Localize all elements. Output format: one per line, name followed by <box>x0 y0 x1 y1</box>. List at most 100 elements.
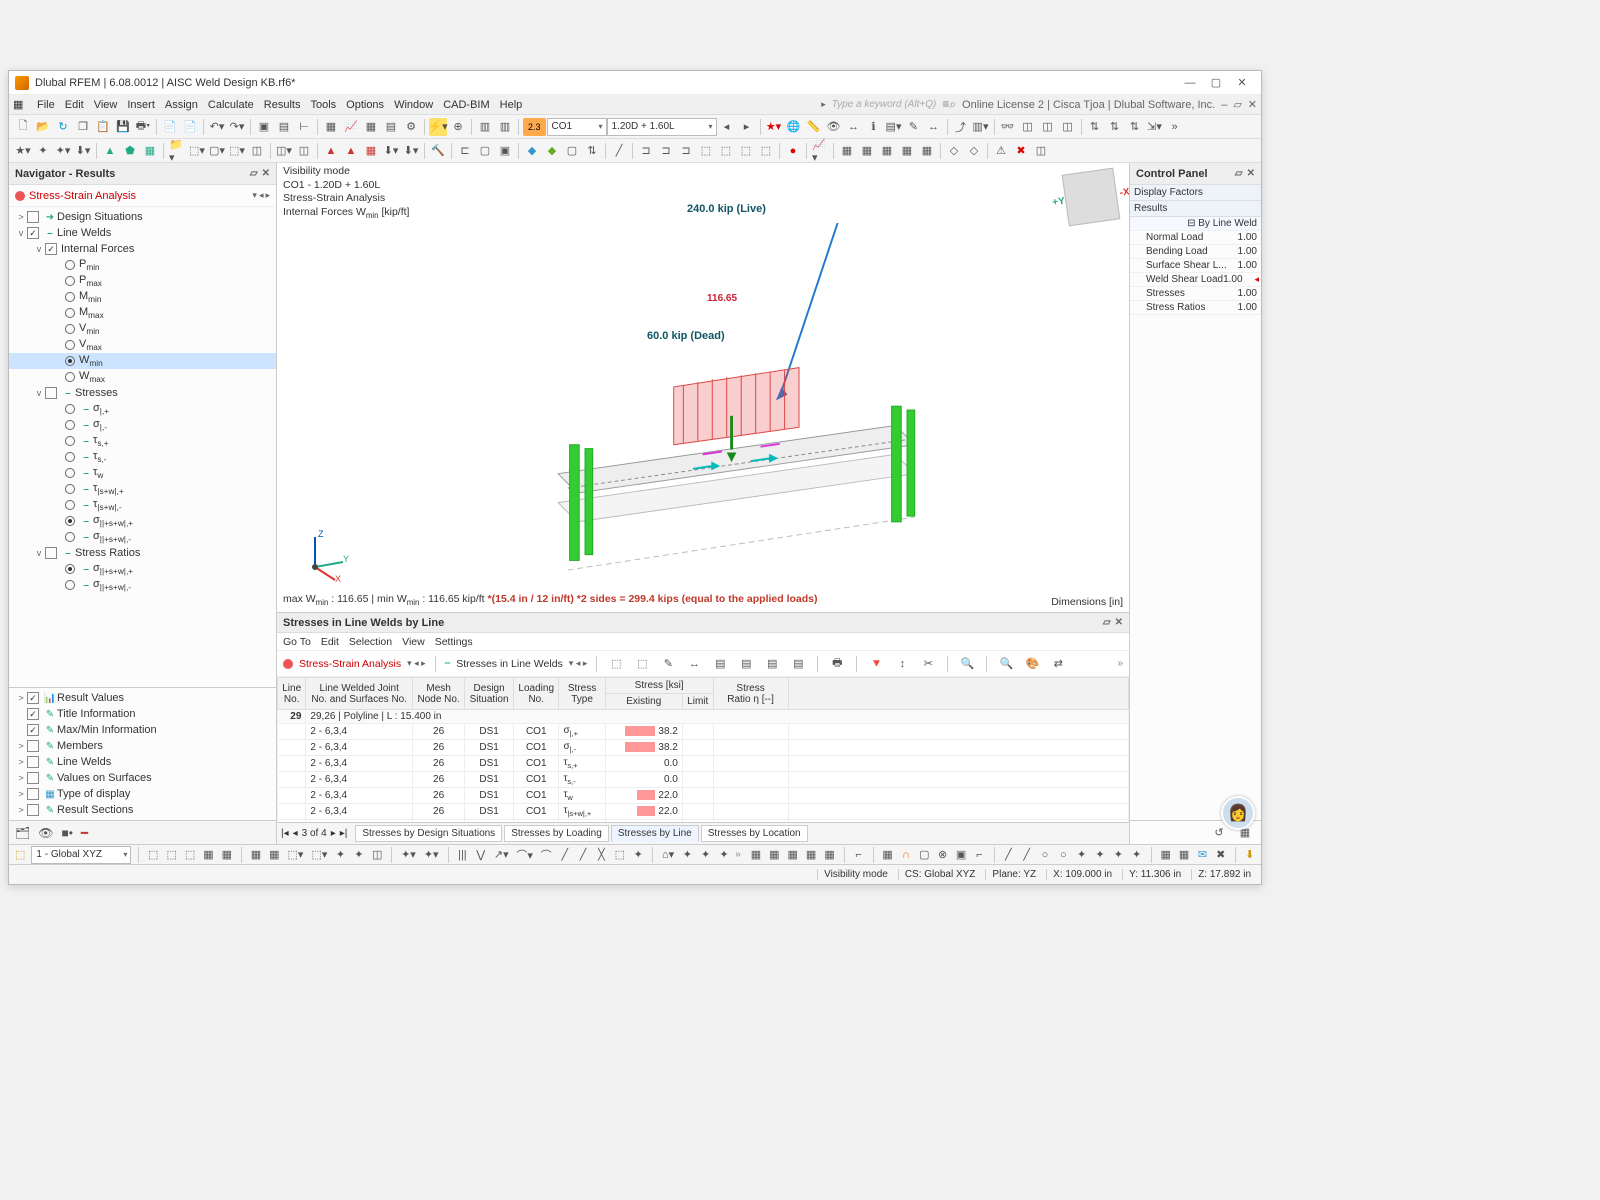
tree-row[interactable]: ✓✎Title Information <box>9 706 276 722</box>
rt-tb8-icon[interactable]: ▤ <box>789 655 807 673</box>
st-r7-icon[interactable]: ▦ <box>881 846 893 864</box>
table-row[interactable]: 2 - 6,3,426DS1CO1σ|,-38.2 <box>278 740 1129 756</box>
th-type[interactable]: StressType <box>559 678 605 710</box>
rt-undock-icon[interactable]: ▱ <box>1103 617 1111 628</box>
th-mesh[interactable]: MeshNode No. <box>413 678 465 710</box>
rt-tb-sync-icon[interactable]: ⇄ <box>1049 655 1067 673</box>
st-r17-icon[interactable]: ✦ <box>1076 846 1088 864</box>
st-r18-icon[interactable]: ✦ <box>1094 846 1106 864</box>
analysis-dropdown-icon[interactable]: ▾ <box>252 190 257 201</box>
rt-edit[interactable]: Edit <box>321 636 339 648</box>
tb-iso-icon[interactable]: ⇲▾ <box>1146 118 1164 136</box>
tb2-p2-icon[interactable]: ▢ <box>476 142 494 160</box>
st-r8-icon[interactable]: ∩ <box>900 846 912 864</box>
tb2-d3-icon[interactable]: ▦ <box>362 142 380 160</box>
tb2-warn-icon[interactable]: ⚠ <box>992 142 1010 160</box>
navigator-analysis-selector[interactable]: Stress-Strain Analysis ▾◂▸ <box>9 185 276 207</box>
tb-undo-icon[interactable]: ↶▾ <box>208 118 226 136</box>
tb-new-icon[interactable]: 🗋 <box>14 118 32 136</box>
st-i26-icon[interactable]: ✦ <box>681 846 693 864</box>
nav-close-icon[interactable]: ✕ <box>262 168 270 179</box>
tree-checkbox[interactable]: ✓ <box>45 243 57 255</box>
tree-radio[interactable] <box>65 324 75 334</box>
st-r20-icon[interactable]: ✦ <box>1130 846 1142 864</box>
search-input[interactable]: Type a keyword (Alt+Q) <box>832 99 937 110</box>
tb-panel-icon[interactable]: ▥▾ <box>972 118 990 136</box>
tree-row[interactable]: ⎯σ|,- <box>9 417 276 433</box>
tree-row[interactable]: v✓Internal Forces <box>9 241 276 257</box>
nav-cube[interactable]: +Y -X <box>1062 168 1121 227</box>
tree-row[interactable]: >✎Result Sections <box>9 802 276 818</box>
cp-foot-reset-icon[interactable]: ↺ <box>1210 824 1228 842</box>
tb2-grid5-icon[interactable]: ▦ <box>918 142 936 160</box>
st-i19-icon[interactable]: ⌒ <box>540 846 553 864</box>
tb-star-icon[interactable]: ★▾ <box>765 118 783 136</box>
tree-radio[interactable] <box>65 532 75 542</box>
tb2-sel-icon[interactable]: ▲ <box>101 142 119 160</box>
rt-ctx-analysis[interactable]: Stress-Strain Analysis <box>299 658 401 670</box>
tree-row[interactable]: ⎯τ|s+w|,+ <box>9 481 276 497</box>
st-r2-icon[interactable]: ▦ <box>768 846 780 864</box>
table-row[interactable]: 2 - 6,3,426DS1CO1τw22.0 <box>278 788 1129 804</box>
tb2-v1-icon[interactable]: ⬇▾ <box>74 142 92 160</box>
tb-paste-icon[interactable]: 📋 <box>94 118 112 136</box>
th-stress[interactable]: Stress [ksi] <box>605 678 713 694</box>
st-i28-icon[interactable]: ✦ <box>718 846 730 864</box>
tb-more-icon[interactable]: » <box>1166 118 1184 136</box>
tree-row[interactable]: Mmin <box>9 289 276 305</box>
th-existing[interactable]: Existing <box>605 694 682 710</box>
tree-row[interactable]: Pmin <box>9 257 276 273</box>
th-joint[interactable]: Line Welded JointNo. and Surfaces No. <box>306 678 413 710</box>
tb-nav-next-icon[interactable]: ▸ <box>738 118 756 136</box>
tree-radio[interactable] <box>65 436 75 446</box>
st-i23-icon[interactable]: ⬚ <box>614 846 626 864</box>
st-r1-icon[interactable]: ▦ <box>750 846 762 864</box>
st-r5-icon[interactable]: ▦ <box>823 846 835 864</box>
tb-globe-icon[interactable]: 🌐 <box>785 118 803 136</box>
sublayout-min-icon[interactable]: – <box>1221 99 1227 111</box>
tree-radio[interactable] <box>65 564 75 574</box>
st-r6-icon[interactable]: ⌐ <box>852 846 864 864</box>
tree-checkbox[interactable] <box>27 772 39 784</box>
tree-row[interactable]: v⎯Stresses <box>9 385 276 401</box>
tb-save-icon[interactable]: 💾 <box>114 118 132 136</box>
rt-tb7-icon[interactable]: ▤ <box>763 655 781 673</box>
tb2-stop-icon[interactable]: ◫ <box>1032 142 1050 160</box>
st-cs-combo[interactable]: 1 - Global XYZ <box>31 846 131 864</box>
tree-row[interactable]: ⎯σ||+s+w|,- <box>9 529 276 545</box>
st-i9-icon[interactable]: ⬚▾ <box>310 846 328 864</box>
cp-item[interactable]: Stresses1.00 <box>1130 287 1261 301</box>
tree-radio[interactable] <box>65 340 75 350</box>
rt-tb-colors-icon[interactable]: 🎨 <box>1023 655 1041 673</box>
tree-row[interactable]: Wmin <box>9 353 276 369</box>
viewport-3d[interactable]: Visibility mode CO1 - 1.20D + 1.60L Stre… <box>277 163 1129 612</box>
tree-row[interactable]: ⎯σ||+s+w|,- <box>9 577 276 593</box>
cp-item[interactable]: Surface Shear L...1.00 <box>1130 259 1261 273</box>
nav-foot-tree-icon[interactable]: 🗂 <box>15 826 30 840</box>
tree-checkbox[interactable] <box>27 756 39 768</box>
rt-tb4-icon[interactable]: ↔ <box>685 655 703 673</box>
tb-cube1-icon[interactable]: ◫ <box>1019 118 1037 136</box>
tb2-s3-icon[interactable]: ⊐ <box>677 142 695 160</box>
tb-calc-icon[interactable]: ▦ <box>322 118 340 136</box>
nav-foot-cam-icon[interactable]: ■• <box>61 826 72 840</box>
tb-gear-icon[interactable]: ⚙ <box>402 118 420 136</box>
st-r10-icon[interactable]: ⊗ <box>936 846 948 864</box>
tree-row[interactable]: ⎯τ|s+w|,- <box>9 497 276 513</box>
tb2-g4-icon[interactable]: ⇅ <box>583 142 601 160</box>
menu-assign[interactable]: Assign <box>165 99 198 111</box>
table-row[interactable]: 2 - 6,3,426DS1CO1τs,-0.0 <box>278 772 1129 788</box>
st-r21-icon[interactable]: ▦ <box>1159 846 1171 864</box>
tb-win2-icon[interactable]: ▤ <box>275 118 293 136</box>
rt-tb1-icon[interactable]: ⬚ <box>607 655 625 673</box>
tb-report-icon[interactable]: 📄 <box>161 118 179 136</box>
tb2-g3-icon[interactable]: ▢ <box>563 142 581 160</box>
rt-selection[interactable]: Selection <box>349 636 392 648</box>
tb2-f5-icon[interactable]: ◫ <box>248 142 266 160</box>
tb2-sel2-icon[interactable]: ⬟ <box>121 142 139 160</box>
result-tab[interactable]: Stresses by Line <box>611 825 699 842</box>
tree-row[interactable]: >➜Design Situations <box>9 209 276 225</box>
tb2-grid3-icon[interactable]: ▦ <box>878 142 896 160</box>
pager-prev-icon[interactable]: ◂ <box>293 828 298 839</box>
tree-row[interactable]: v✓⎯Line Welds <box>9 225 276 241</box>
